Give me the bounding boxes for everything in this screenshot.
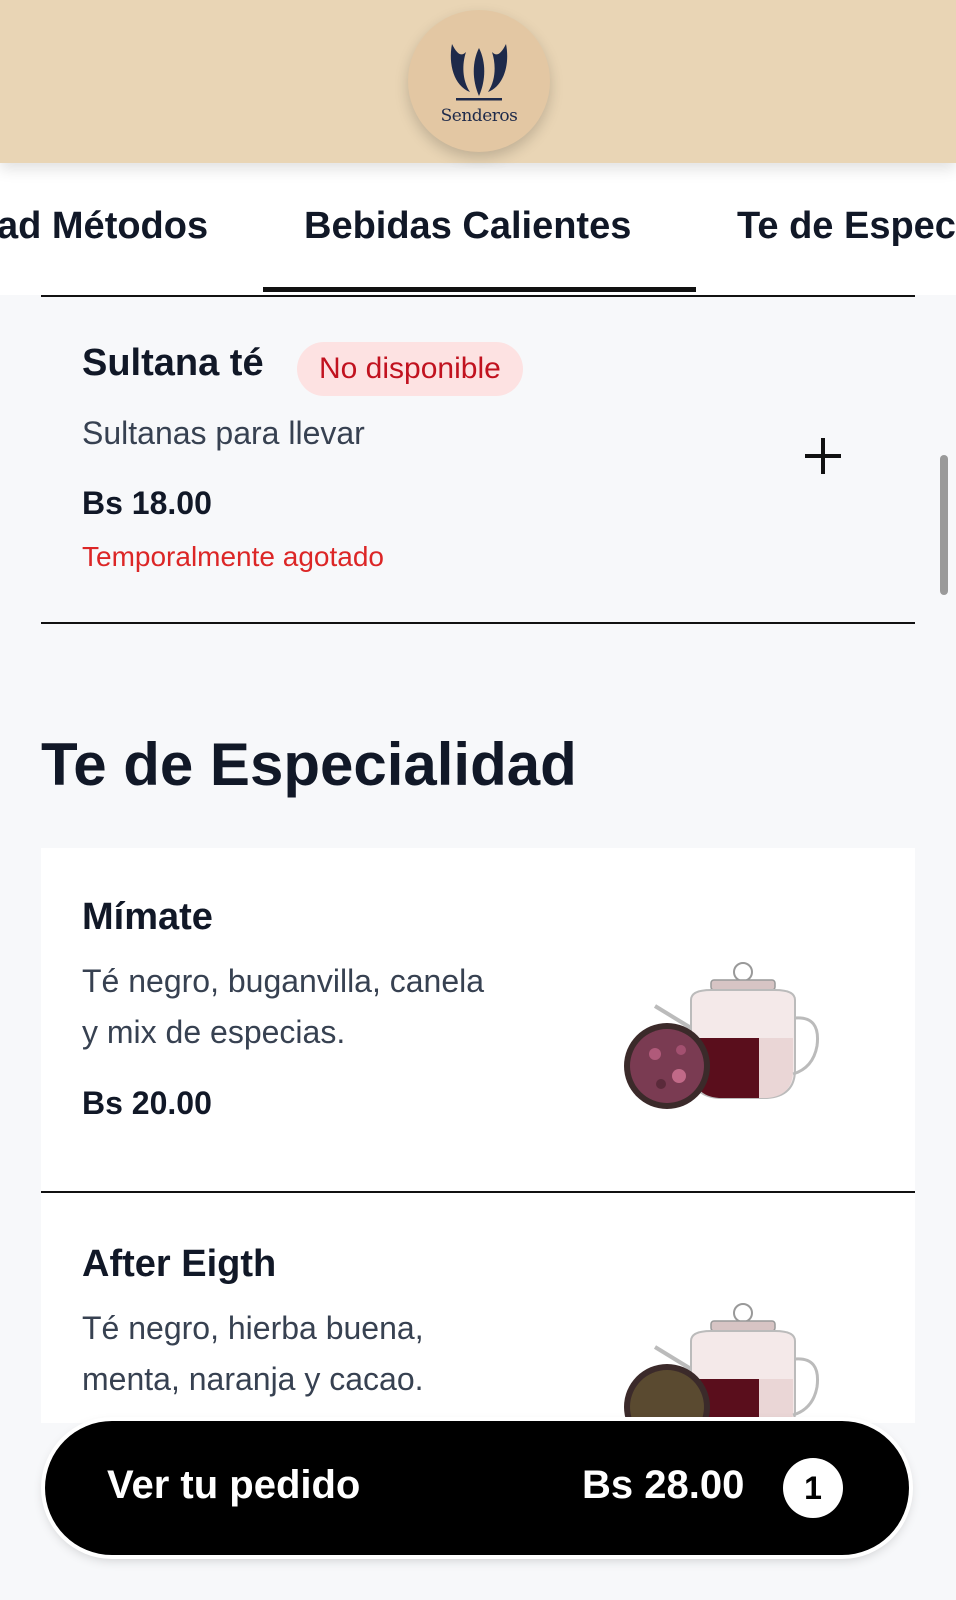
- description-line: menta, naranja y cacao.: [82, 1361, 424, 1397]
- menu-list[interactable]: Sultana té No disponible Sultanas para l…: [0, 295, 956, 1423]
- tab-bebidas-calientes[interactable]: Bebidas Calientes: [304, 205, 631, 248]
- scrollbar[interactable]: [940, 455, 948, 595]
- tulip-logo-icon: [450, 44, 508, 101]
- logo-wordmark: Senderos: [440, 106, 518, 126]
- active-tab-indicator: [263, 287, 696, 292]
- menu-item-after-eigth[interactable]: After Eigth Té negro, hierba buena, ment…: [41, 1193, 915, 1423]
- brand-logo[interactable]: Senderos: [408, 10, 550, 152]
- cart-label: Ver tu pedido: [107, 1463, 361, 1507]
- view-order-button[interactable]: Ver tu pedido Bs 28.00 1: [45, 1421, 909, 1555]
- item-name: After Eigth: [82, 1243, 277, 1285]
- category-tabs: ad Métodos Bebidas Calientes Te de Espec: [0, 163, 956, 295]
- section-heading: Te de Especialidad: [41, 731, 577, 798]
- tab-te-de-especialidad[interactable]: Te de Espec: [737, 205, 956, 248]
- item-name: Mímate: [82, 896, 213, 938]
- item-price: Bs 20.00: [82, 1085, 212, 1121]
- description-line: Té negro, hierba buena,: [82, 1310, 424, 1346]
- description-line: Té negro, buganvilla, canela: [82, 963, 485, 999]
- item-name: Sultana té: [82, 342, 264, 384]
- cart-count-badge: 1: [783, 1458, 843, 1518]
- menu-item-mimate[interactable]: Mímate Té negro, buganvilla, canela y mi…: [41, 848, 915, 1208]
- menu-item-sultana[interactable]: Sultana té No disponible Sultanas para l…: [0, 295, 956, 625]
- cart-total: Bs 28.00: [582, 1463, 745, 1507]
- description-line: y mix de especias.: [82, 1014, 346, 1050]
- item-description: Té negro, buganvilla, canela y mix de es…: [82, 956, 484, 1058]
- item-price: Bs 18.00: [82, 485, 212, 521]
- app-header: Senderos: [0, 0, 956, 163]
- plus-icon: [805, 438, 841, 474]
- unavailable-badge: No disponible: [297, 342, 523, 396]
- item-description: Té negro, hierba buena, menta, naranja y…: [82, 1303, 424, 1405]
- add-item-button[interactable]: [800, 433, 846, 479]
- item-description: Sultanas para llevar: [82, 415, 365, 451]
- divider: [41, 622, 915, 624]
- teapot-image: [624, 962, 820, 1109]
- out-of-stock-note: Temporalmente agotado: [82, 541, 384, 572]
- tab-metodos[interactable]: ad Métodos: [0, 205, 208, 248]
- teapot-image: [624, 1303, 820, 1423]
